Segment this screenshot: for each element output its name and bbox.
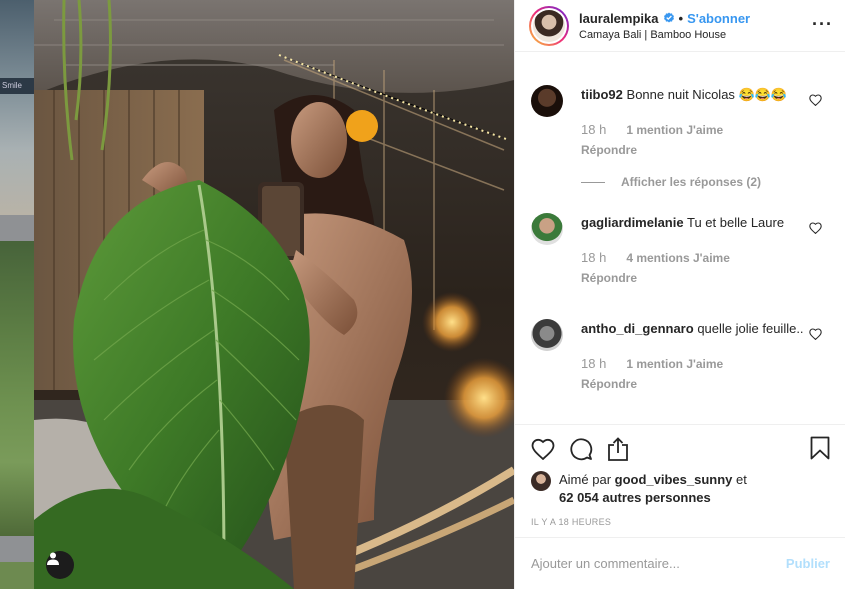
liked-by-summary: Aimé par good_vibes_sunny et 62 054 autr… <box>531 471 830 507</box>
separator-dot: • <box>678 10 684 26</box>
share-button[interactable] <box>607 437 629 461</box>
post-location[interactable]: Camaya Bali | Bamboo House <box>579 29 750 41</box>
comment-heart-icon[interactable] <box>809 222 822 234</box>
comment-text: quelle jolie feuille.. <box>697 321 804 336</box>
comment-likes[interactable]: 1 mention J'aime <box>626 355 723 373</box>
comment-heart-icon[interactable] <box>809 94 822 106</box>
peek-divider <box>0 536 34 562</box>
peek-sign-text: Smile <box>0 78 34 94</box>
commenter-avatar[interactable] <box>531 85 563 117</box>
comment-likes[interactable]: 4 mentions J'aime <box>626 249 730 267</box>
comment-item: gagliardimelanie Tu et belle Laure 18 h 4… <box>515 200 845 306</box>
comment-likes[interactable]: 1 mention J'aime <box>626 121 723 139</box>
publish-button[interactable]: Publier <box>786 556 830 571</box>
previous-post-peek[interactable]: Smile <box>0 0 34 589</box>
comment-heart-icon[interactable] <box>809 328 822 340</box>
previous-post-image-middle <box>0 241 34 536</box>
replies-line <box>581 181 605 183</box>
liked-by-joiner: et <box>736 472 747 487</box>
reply-button[interactable]: Répondre <box>581 269 806 287</box>
view-replies-button[interactable]: Afficher les réponses (2) <box>581 175 761 189</box>
post-details-panel: lauralempika • S'abonner Camaya Bali | B… <box>514 0 845 589</box>
liked-by-prefix: Aimé par <box>559 472 612 487</box>
comment-text: Bonne nuit Nicolas 😂😂😂 <box>626 87 788 102</box>
comment-time[interactable]: 18 h <box>581 249 606 267</box>
verified-badge-icon <box>663 12 674 23</box>
comment-input[interactable] <box>531 556 786 571</box>
comment-button[interactable] <box>569 437 593 461</box>
post-photo-illustration <box>34 0 514 589</box>
heart-icon <box>531 438 555 460</box>
more-options-icon[interactable]: ··· <box>812 15 833 33</box>
liked-by-others[interactable]: 62 054 autres personnes <box>559 490 711 505</box>
save-button[interactable] <box>810 436 830 465</box>
instagram-post-viewer: Smile lauralempika • S'abonner Camaya Ba… <box>0 0 845 589</box>
comment-time[interactable]: 18 h <box>581 355 606 373</box>
like-button[interactable] <box>531 438 555 460</box>
comment-username[interactable]: tiibo92 <box>581 87 623 102</box>
commenter-avatar[interactable] <box>531 319 563 351</box>
comments-list[interactable]: tiibo92 Bonne nuit Nicolas 😂😂😂 18 h 1 men… <box>515 72 845 424</box>
author-username[interactable]: lauralempika <box>579 11 659 26</box>
comment-icon <box>570 438 593 461</box>
user-tag-button[interactable] <box>46 551 74 579</box>
liker-avatar[interactable] <box>531 471 551 491</box>
comment-username[interactable]: antho_di_gennaro <box>581 321 694 336</box>
add-comment-bar: Publier <box>515 537 845 589</box>
comment-item: antho_di_gennaro quelle jolie feuille.. … <box>515 306 845 412</box>
comment-text: Tu et belle Laure <box>686 215 785 230</box>
user-tag-icon <box>47 552 59 565</box>
post-timestamp[interactable]: IL Y A 18 HEURES <box>531 517 830 527</box>
previous-post-image-bottom <box>0 562 34 589</box>
liked-by-user[interactable]: good_vibes_sunny <box>615 472 733 487</box>
post-actions: Aimé par good_vibes_sunny et 62 054 autr… <box>515 424 845 527</box>
follow-button[interactable]: S'abonner <box>687 11 750 26</box>
comment-time[interactable]: 18 h <box>581 121 606 139</box>
reply-button[interactable]: Répondre <box>581 141 806 159</box>
commenter-avatar[interactable] <box>531 213 563 245</box>
post-photo[interactable] <box>34 0 514 589</box>
post-header: lauralempika • S'abonner Camaya Bali | B… <box>515 0 845 52</box>
peek-divider <box>0 215 34 241</box>
share-icon <box>608 437 628 461</box>
comment-username[interactable]: gagliardimelanie <box>581 215 684 230</box>
view-replies-label: Afficher les réponses (2) <box>621 175 762 189</box>
previous-post-image-top <box>0 0 34 215</box>
reply-button[interactable]: Répondre <box>581 375 806 393</box>
bookmark-icon <box>810 436 830 460</box>
author-avatar[interactable] <box>529 5 569 46</box>
